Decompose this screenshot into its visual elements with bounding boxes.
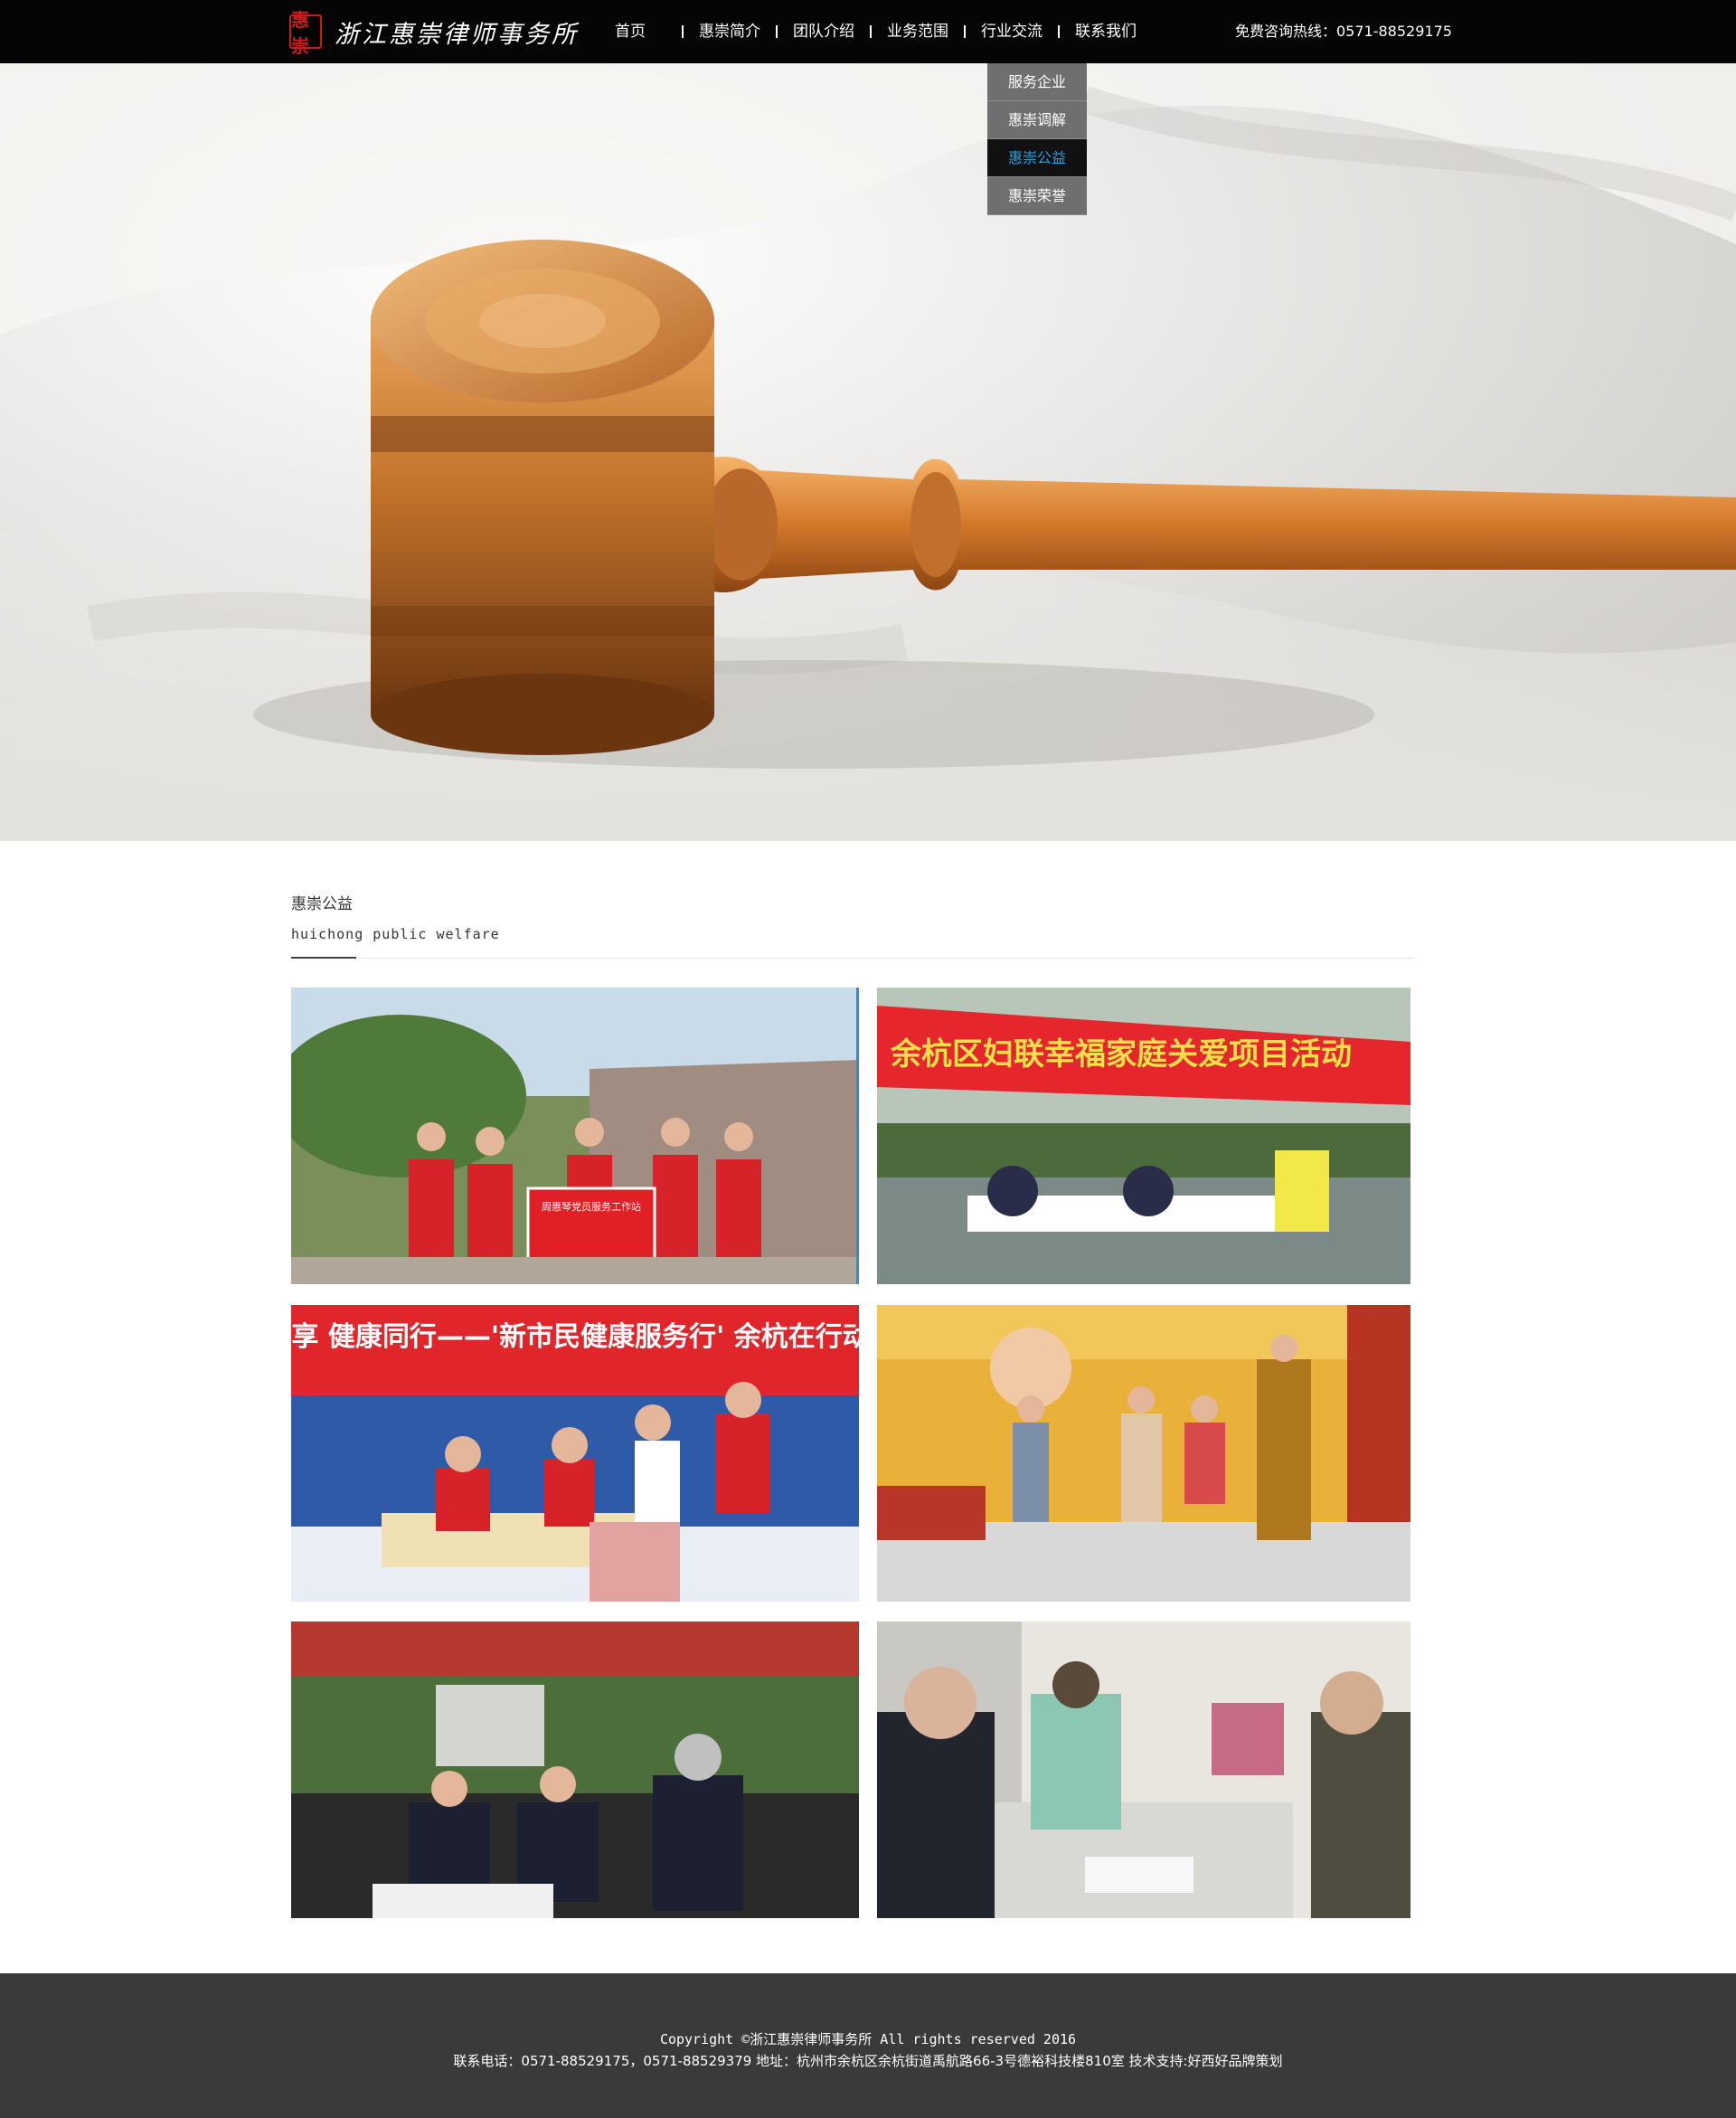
- gallery-photo-1[interactable]: 周惠琴党员服务工作站: [291, 988, 859, 1284]
- section-divider: [291, 958, 1412, 959]
- hero-banner: [0, 63, 1736, 841]
- dropdown-item-mediation[interactable]: 惠崇调解: [987, 101, 1087, 139]
- gallery-photo-5[interactable]: [291, 1622, 859, 1918]
- gallery-photo-6[interactable]: [877, 1622, 1410, 1918]
- gallery-photo-4[interactable]: [877, 1305, 1410, 1602]
- footer-copyright: Copyright ©浙江惠崇律师事务所 All rights reserved…: [659, 2031, 1077, 2047]
- nav-item-services[interactable]: 业务范围: [872, 0, 964, 63]
- nav-item-about[interactable]: 惠崇简介: [684, 0, 776, 63]
- nav-item-contact[interactable]: 联系我们: [1060, 0, 1152, 63]
- section-divider-accent: [291, 957, 356, 959]
- section-subtitle: huichong public welfare: [291, 926, 500, 942]
- photo-3-banner: 健共享 健康同行——'新市民健康服务行' 余杭在行动: [291, 1321, 859, 1353]
- photo-health-service-event: 健共享 健康同行——'新市民健康服务行' 余杭在行动: [291, 1305, 859, 1602]
- photo-outdoor-consultation: [291, 1622, 859, 1918]
- photo-stage-performance: [877, 1305, 1410, 1602]
- photo-1-banner: 周惠琴党员服务工作站: [542, 1200, 641, 1213]
- section-title: 惠崇公益: [291, 895, 353, 913]
- dropdown-item-public-welfare[interactable]: 惠崇公益: [987, 139, 1087, 177]
- dropdown-item-honors[interactable]: 惠崇荣誉: [987, 177, 1087, 215]
- gallery-photo-2[interactable]: 余杭区妇联幸福家庭关爱项目活动: [877, 988, 1410, 1284]
- photo-2-banner: 余杭区妇联幸福家庭关爱项目活动: [890, 1036, 1352, 1073]
- top-navigation-bar: 惠崇 浙江惠崇律师事务所 首页 惠崇简介 团队介绍 业务范围 行业交流 联系我们…: [0, 0, 1736, 63]
- nav-item-home[interactable]: 首页: [597, 0, 682, 63]
- site-footer: Copyright ©浙江惠崇律师事务所 All rights reserved…: [0, 1973, 1736, 2118]
- hotline-text: 免费咨询热线：0571-88529175: [1235, 23, 1452, 40]
- nav-item-industry[interactable]: 行业交流: [966, 0, 1058, 63]
- site-logo[interactable]: 惠崇 浙江惠崇律师事务所: [289, 9, 579, 57]
- gallery-photo-3[interactable]: 健共享 健康同行——'新市民健康服务行' 余杭在行动: [291, 1305, 859, 1602]
- logo-seal-icon: 惠崇: [289, 9, 322, 57]
- nav-item-team[interactable]: 团队介绍: [778, 0, 870, 63]
- photo-indoor-mediation: [877, 1622, 1410, 1918]
- photo-family-care-event: 余杭区妇联幸福家庭关爱项目活动: [877, 988, 1410, 1284]
- gavel-illustration: [0, 63, 1736, 841]
- footer-contact-info: 联系电话：0571-88529175，0571-88529379 地址：杭州市余…: [453, 2053, 1283, 2069]
- nav-dropdown-menu: 服务企业 惠崇调解 惠崇公益 惠崇荣誉: [987, 63, 1087, 215]
- dropdown-item-service-enterprise[interactable]: 服务企业: [987, 63, 1087, 101]
- logo-firm-name: 浙江惠崇律师事务所: [335, 20, 579, 49]
- photo-volunteers-at-station: 周惠琴党员服务工作站: [291, 988, 856, 1284]
- main-nav: 首页 惠崇简介 团队介绍 业务范围 行业交流 联系我们: [597, 0, 1152, 63]
